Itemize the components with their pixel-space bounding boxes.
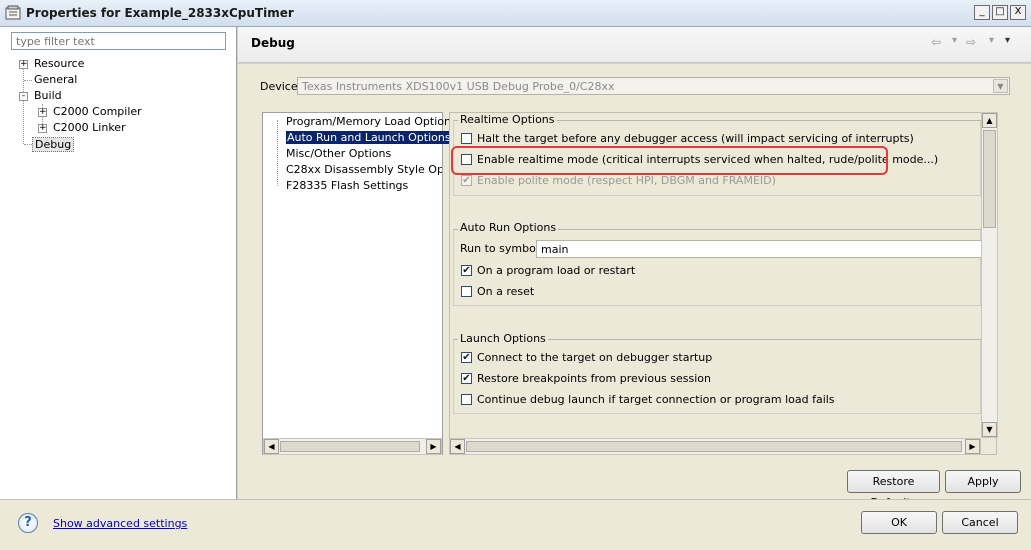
tree-line <box>24 144 32 145</box>
view-menu-icon[interactable]: ▾ <box>1005 35 1010 46</box>
minimize-button[interactable]: _ <box>974 5 990 20</box>
sidebar-item-build[interactable]: Build <box>34 89 62 102</box>
connect-on-startup-label: Connect to the target on debugger startu… <box>477 351 713 364</box>
scroll-right-icon[interactable]: ▶ <box>426 439 441 454</box>
tab-disassembly-style[interactable]: C28xx Disassembly Style Options <box>286 163 442 176</box>
dropdown-arrow-icon[interactable]: ▼ <box>993 79 1008 93</box>
chevron-down-icon[interactable]: ▾ <box>989 35 994 46</box>
launch-options-title: Launch Options <box>458 332 548 345</box>
tab-flash-settings[interactable]: F28335 Flash Settings <box>286 179 408 192</box>
forward-arrow-icon[interactable]: ⇨ <box>966 35 976 49</box>
tree-line <box>277 120 278 186</box>
expand-icon[interactable]: + <box>38 108 47 117</box>
tab-program-memory-load[interactable]: Program/Memory Load Options <box>286 115 457 128</box>
auto-run-options-title: Auto Run Options <box>458 221 559 234</box>
highlight-box <box>451 146 888 175</box>
device-label: Device <box>260 80 298 93</box>
continue-launch-checkbox[interactable] <box>461 394 472 405</box>
halt-target-label: Halt the target before any debugger acce… <box>477 132 914 145</box>
scroll-down-icon[interactable]: ▼ <box>982 422 997 437</box>
run-to-symbol-input[interactable]: main <box>536 240 982 258</box>
run-on-load-label: On a program load or restart <box>477 264 636 277</box>
app-icon <box>5 5 21 20</box>
polite-mode-label: Enable polite mode (respect HPI, DBGM an… <box>477 174 776 187</box>
sidebar-item-general[interactable]: General <box>34 73 77 86</box>
expand-icon[interactable]: + <box>38 124 47 133</box>
run-on-reset-checkbox[interactable] <box>461 286 472 297</box>
run-on-reset-label: On a reset <box>477 285 535 298</box>
tab-auto-run-launch[interactable]: Auto Run and Launch Options <box>286 131 452 144</box>
scroll-thumb[interactable] <box>983 130 996 228</box>
page-header <box>238 27 1031 63</box>
chevron-down-icon[interactable]: ▾ <box>952 35 957 46</box>
connect-on-startup-checkbox[interactable]: ✔ <box>461 352 472 363</box>
show-advanced-settings-link[interactable]: Show advanced settings <box>53 517 187 530</box>
scroll-up-icon[interactable]: ▲ <box>982 113 997 128</box>
ok-button[interactable]: OK <box>861 511 937 534</box>
collapse-icon[interactable]: - <box>19 92 28 101</box>
scroll-left-icon[interactable]: ◀ <box>264 439 279 454</box>
restore-breakpoints-label: Restore breakpoints from previous sessio… <box>477 372 711 385</box>
scroll-thumb[interactable] <box>280 441 420 452</box>
page-title: Debug <box>251 36 295 50</box>
back-arrow-icon[interactable]: ⇦ <box>931 35 941 49</box>
tree-line <box>24 80 32 81</box>
filter-input[interactable] <box>11 32 226 50</box>
halt-target-checkbox[interactable] <box>461 133 472 144</box>
apply-button[interactable]: Apply <box>945 470 1021 493</box>
continue-launch-label: Continue debug launch if target connecti… <box>477 393 835 406</box>
run-to-symbol-label: Run to symbol <box>460 242 539 255</box>
scroll-right-icon[interactable]: ▶ <box>965 439 980 454</box>
help-icon[interactable]: ? <box>18 513 38 533</box>
restore-breakpoints-checkbox[interactable]: ✔ <box>461 373 472 384</box>
sidebar-item-c2000-compiler[interactable]: C2000 Compiler <box>53 105 142 118</box>
scroll-thumb[interactable] <box>466 441 962 452</box>
expand-icon[interactable]: + <box>19 60 28 69</box>
tab-misc-other[interactable]: Misc/Other Options <box>286 147 391 160</box>
run-on-load-checkbox[interactable]: ✔ <box>461 265 472 276</box>
close-button[interactable]: X <box>1010 5 1026 20</box>
cancel-button[interactable]: Cancel <box>942 511 1018 534</box>
window-title: Properties for Example_2833xCpuTimer <box>26 6 294 20</box>
sidebar-item-debug[interactable]: Debug <box>32 137 75 152</box>
realtime-options-title: Realtime Options <box>458 113 557 126</box>
polite-mode-checkbox[interactable]: ✔ <box>461 175 472 186</box>
sidebar-item-c2000-linker[interactable]: C2000 Linker <box>53 121 126 134</box>
maximize-button[interactable]: □ <box>992 5 1008 20</box>
sidebar-item-resource[interactable]: Resource <box>34 57 84 70</box>
restore-defaults-button[interactable]: Restore Defaults <box>847 470 940 509</box>
scroll-left-icon[interactable]: ◀ <box>450 439 465 454</box>
device-select[interactable]: Texas Instruments XDS100v1 USB Debug Pro… <box>297 77 1010 95</box>
